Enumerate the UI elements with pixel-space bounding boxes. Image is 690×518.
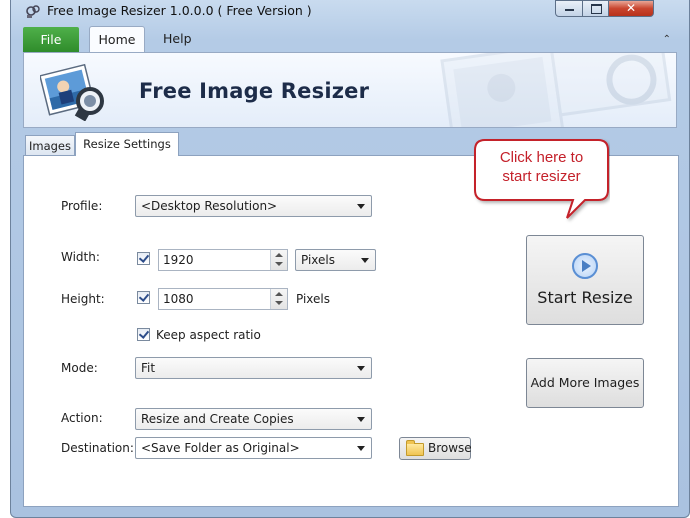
- folder-icon: [406, 440, 424, 456]
- chevron-down-icon: [357, 366, 365, 371]
- chevron-down-icon: [361, 258, 369, 263]
- action-label: Action:: [61, 411, 103, 425]
- start-resize-button[interactable]: Start Resize: [526, 235, 644, 325]
- height-checkbox[interactable]: [137, 291, 150, 304]
- background-photos-image: [440, 53, 672, 127]
- callout-line-2: start resizer: [502, 168, 581, 185]
- mode-label: Mode:: [61, 361, 98, 375]
- width-checkbox[interactable]: [137, 252, 150, 265]
- tab-file[interactable]: File: [23, 27, 79, 52]
- width-label: Width:: [61, 250, 100, 264]
- keep-aspect-checkbox[interactable]: [137, 328, 150, 341]
- maximize-icon: [591, 4, 602, 14]
- chevron-down-icon: [357, 417, 365, 422]
- minimize-icon: [565, 9, 574, 11]
- callout-line-1: Click here to: [499, 149, 584, 166]
- width-unit-value: Pixels: [301, 253, 336, 267]
- title-bar[interactable]: Free Image Resizer 1.0.0.0 ( Free Versio…: [11, 0, 689, 22]
- action-value: Resize and Create Copies: [141, 412, 294, 426]
- mode-value: Fit: [141, 361, 156, 375]
- close-icon: ✕: [625, 1, 637, 15]
- height-value: 1080: [163, 292, 194, 306]
- resize-settings-panel: Profile: <Desktop Resolution> Width: 192…: [23, 139, 679, 507]
- destination-value: <Save Folder as Original>: [141, 441, 300, 455]
- spin-down-icon: [275, 262, 283, 266]
- chevron-down-icon: [357, 446, 365, 451]
- play-icon: [572, 253, 598, 279]
- browse-button[interactable]: Browse: [399, 437, 472, 460]
- width-input[interactable]: 1920: [158, 249, 288, 271]
- tab-images[interactable]: Images: [25, 135, 75, 155]
- app-window: Free Image Resizer 1.0.0.0 ( Free Versio…: [10, 0, 690, 518]
- tab-home[interactable]: Home: [89, 26, 145, 52]
- main-content: Images Resize Settings Profile: <Desktop…: [23, 132, 679, 507]
- ribbon-collapse-icon[interactable]: ⌃: [663, 34, 671, 45]
- height-unit-label: Pixels: [296, 292, 331, 306]
- height-input[interactable]: 1080: [158, 288, 288, 310]
- profile-label: Profile:: [61, 199, 103, 213]
- destination-dropdown[interactable]: <Save Folder as Original>: [135, 437, 372, 459]
- ribbon-tab-strip: File Home Help ⌃: [23, 26, 677, 52]
- close-button[interactable]: ✕: [608, 0, 654, 17]
- tab-resize-settings[interactable]: Resize Settings: [75, 132, 179, 156]
- spin-up-icon: [275, 292, 283, 296]
- mode-dropdown[interactable]: Fit: [135, 357, 372, 379]
- ribbon-banner: Free Image Resizer: [23, 52, 677, 128]
- app-logo-icon: [40, 63, 104, 121]
- spin-down-icon: [275, 301, 283, 305]
- action-dropdown[interactable]: Resize and Create Copies: [135, 408, 372, 430]
- width-spinner[interactable]: [270, 250, 287, 270]
- browse-label: Browse: [428, 441, 472, 455]
- profile-dropdown[interactable]: <Desktop Resolution>: [135, 195, 372, 217]
- tab-help[interactable]: Help: [163, 26, 192, 52]
- height-label: Height:: [61, 292, 105, 306]
- start-resize-label: Start Resize: [537, 288, 633, 307]
- chevron-down-icon: [357, 204, 365, 209]
- width-unit-dropdown[interactable]: Pixels: [295, 249, 376, 271]
- add-more-images-button[interactable]: Add More Images: [526, 358, 644, 408]
- spin-up-icon: [275, 253, 283, 257]
- window-title: Free Image Resizer 1.0.0.0 ( Free Versio…: [47, 3, 312, 18]
- height-spinner[interactable]: [270, 289, 287, 309]
- minimize-button[interactable]: [555, 0, 583, 17]
- app-icon: [26, 5, 40, 18]
- app-title: Free Image Resizer: [139, 79, 370, 103]
- callout-bubble: Click here to start resizer: [473, 138, 610, 219]
- callout-text: Click here to start resizer: [473, 148, 610, 186]
- keep-aspect-label[interactable]: Keep aspect ratio: [156, 328, 261, 342]
- width-value: 1920: [163, 253, 194, 267]
- maximize-button[interactable]: [582, 0, 609, 17]
- profile-value: <Desktop Resolution>: [141, 199, 278, 213]
- destination-label: Destination:: [61, 441, 134, 455]
